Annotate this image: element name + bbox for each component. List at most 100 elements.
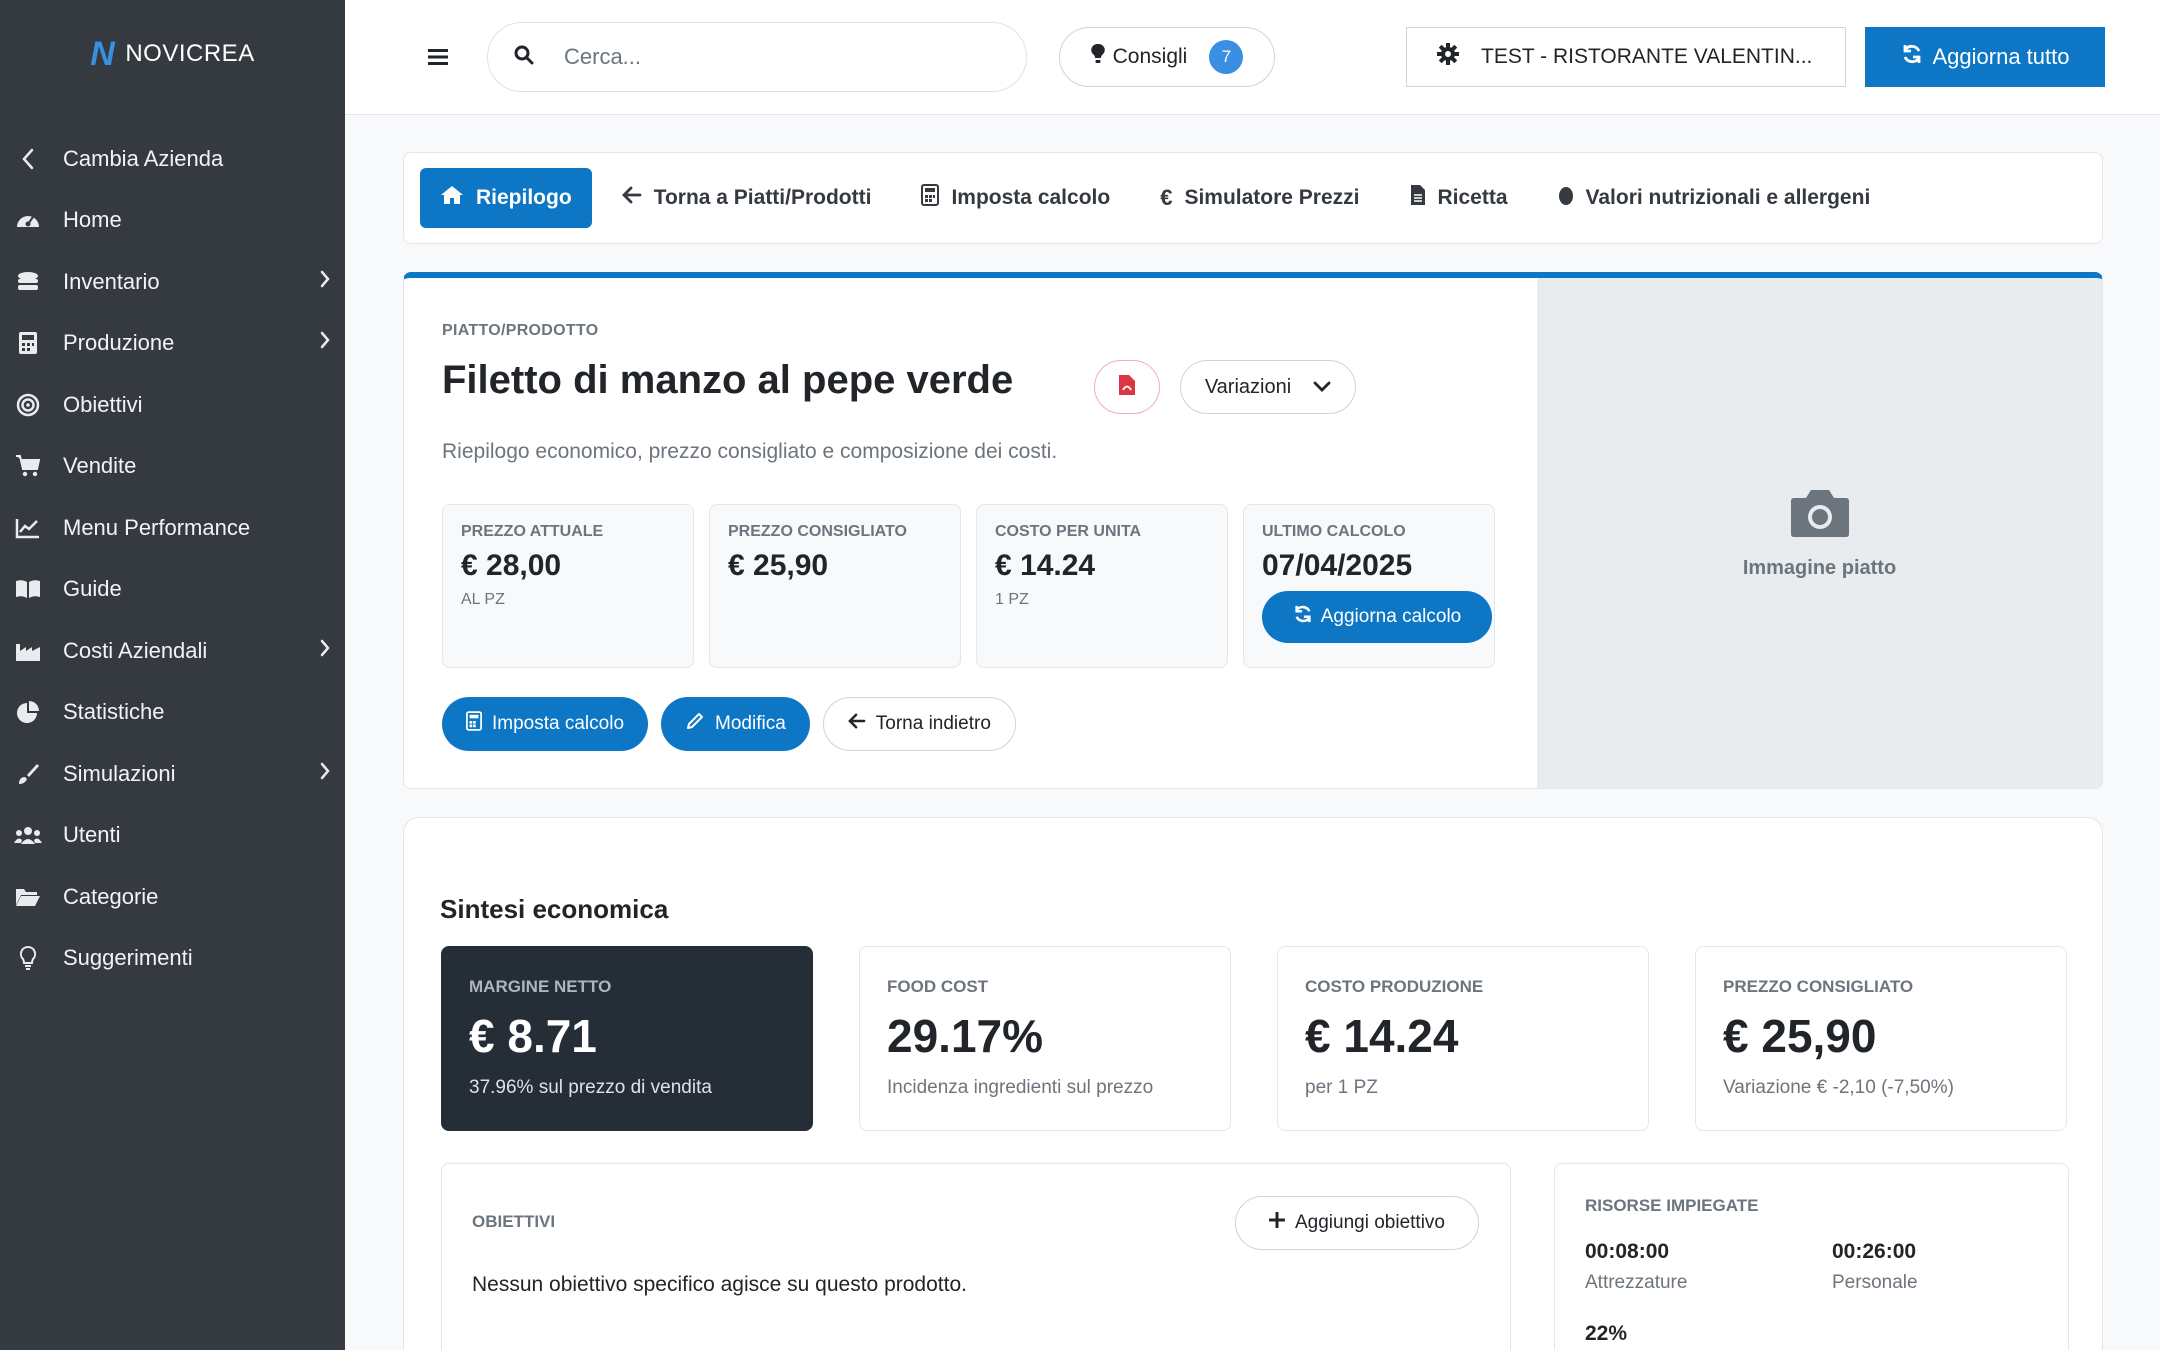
brand-logo: N bbox=[90, 35, 116, 73]
variations-dropdown[interactable]: Variazioni bbox=[1180, 360, 1356, 414]
kpi-value: € 14.24 bbox=[995, 549, 1096, 582]
brand[interactable]: N NOVICREA bbox=[0, 0, 345, 108]
tab-riepilogo[interactable]: Riepilogo bbox=[420, 168, 592, 228]
card-sub: 37.96% sul prezzo di vendita bbox=[469, 1077, 712, 1098]
card-value: € 25,90 bbox=[1723, 1010, 1877, 1062]
tab-imposta-calcolo[interactable]: Imposta calcolo bbox=[901, 168, 1130, 228]
sidebar-item-categorie[interactable]: Categorie bbox=[0, 866, 345, 928]
chevron-right-icon bbox=[319, 330, 331, 356]
button-label: Aggiungi obiettivo bbox=[1295, 1212, 1445, 1233]
tab-torna-piatti[interactable]: Torna a Piatti/Prodotti bbox=[602, 168, 892, 228]
sidebar-item-costi-aziendali[interactable]: Costi Aziendali bbox=[0, 620, 345, 682]
sidebar-item-simulazioni[interactable]: Simulazioni bbox=[0, 743, 345, 805]
calculator-icon bbox=[466, 711, 482, 737]
sidebar-item-cambia-azienda[interactable]: Cambia Azienda bbox=[0, 128, 345, 190]
sidebar-item-vendite[interactable]: Vendite bbox=[0, 436, 345, 498]
kpi-sub: AL PZ bbox=[461, 591, 505, 608]
lightbulb-icon bbox=[1090, 43, 1105, 71]
product-image-placeholder[interactable]: Immagine piatto bbox=[1537, 278, 2102, 788]
card-label: FOOD COST bbox=[887, 977, 989, 996]
sidebar-item-statistiche[interactable]: Statistiche bbox=[0, 682, 345, 744]
search-input[interactable]: Cerca... bbox=[487, 22, 1027, 92]
obiettivi-panel: OBIETTIVI Aggiungi obiettivo Nessun obie… bbox=[441, 1163, 1511, 1350]
tab-label: Torna a Piatti/Prodotti bbox=[653, 186, 872, 209]
tab-ricetta[interactable]: Ricetta bbox=[1390, 168, 1528, 228]
button-label: Imposta calcolo bbox=[492, 713, 625, 734]
product-kpis: PREZZO ATTUALE € 28,00 AL PZ PREZZO CONS… bbox=[442, 504, 1495, 668]
product-title: Filetto di manzo al pepe verde bbox=[442, 358, 1014, 402]
calculator-icon bbox=[921, 184, 940, 212]
sidebar-item-inventario[interactable]: Inventario bbox=[0, 251, 345, 313]
kpi-value: 07/04/2025 bbox=[1262, 549, 1413, 582]
tab-label: Riepilogo bbox=[476, 186, 572, 209]
inventory-icon bbox=[14, 268, 42, 296]
imposta-calcolo-button[interactable]: Imposta calcolo bbox=[442, 697, 649, 751]
arrow-left-icon bbox=[847, 713, 866, 735]
risorse-panel: RISORSE IMPIEGATE 00:08:00 Attrezzature … bbox=[1554, 1163, 2069, 1350]
panel-label: RISORSE IMPIEGATE bbox=[1585, 1196, 1759, 1215]
sidebar-item-label: Produzione bbox=[63, 330, 175, 356]
update-calc-button[interactable]: Aggiorna calcolo bbox=[1262, 591, 1492, 643]
sidebar-item-label: Statistiche bbox=[63, 699, 165, 725]
refresh-icon bbox=[1293, 604, 1313, 630]
gear-icon bbox=[1437, 43, 1459, 71]
sidebar-item-label: Obiettivi bbox=[63, 391, 143, 417]
product-subtitle: Riepilogo economico, prezzo consigliato … bbox=[442, 440, 1058, 463]
kpi-label: ULTIMO CALCOLO bbox=[1262, 523, 1406, 540]
product-info: PIATTO/PRODOTTO Filetto di manzo al pepe… bbox=[404, 278, 1537, 788]
card-margine-netto: MARGINE NETTO € 8.71 37.96% sul prezzo d… bbox=[441, 946, 813, 1131]
variations-label: Variazioni bbox=[1204, 375, 1292, 398]
euro-icon: € bbox=[1160, 185, 1173, 210]
sidebar-item-label: Guide bbox=[63, 576, 122, 602]
obiettivi-empty-text: Nessun obiettivo specifico agisce su que… bbox=[472, 1273, 967, 1296]
folder-icon bbox=[14, 883, 42, 911]
section-title: Sintesi economica bbox=[440, 894, 669, 924]
resource-label: Personale bbox=[1832, 1272, 1918, 1293]
tab-simulatore-prezzi[interactable]: € Simulatore Prezzi bbox=[1140, 168, 1379, 228]
refresh-all-button[interactable]: Aggiorna tutto bbox=[1865, 27, 2105, 87]
card-label: COSTO PRODUZIONE bbox=[1305, 977, 1484, 996]
sidebar-item-label: Menu Performance bbox=[63, 514, 251, 540]
image-placeholder-label: Immagine piatto bbox=[1742, 557, 1897, 579]
sidebar-item-home[interactable]: Home bbox=[0, 190, 345, 252]
card-prezzo-consigliato: PREZZO CONSIGLIATO € 25,90 Variazione € … bbox=[1695, 946, 2067, 1131]
hamburger-menu-icon[interactable] bbox=[423, 42, 453, 72]
kpi-costo-unita: COSTO PER UNITA € 14.24 1 PZ bbox=[976, 504, 1228, 668]
tab-label: Valori nutrizionali e allergeni bbox=[1585, 186, 1871, 209]
card-food-cost: FOOD COST 29.17% Incidenza ingredienti s… bbox=[859, 946, 1231, 1131]
line-chart-icon bbox=[14, 514, 42, 542]
consigli-button[interactable]: Consigli 7 bbox=[1059, 27, 1275, 87]
sintesi-cards: MARGINE NETTO € 8.71 37.96% sul prezzo d… bbox=[441, 946, 2067, 1131]
chevron-right-icon bbox=[319, 269, 331, 295]
card-sub: Incidenza ingredienti sul prezzo bbox=[887, 1077, 1154, 1098]
sidebar-item-produzione[interactable]: Produzione bbox=[0, 313, 345, 375]
industry-icon bbox=[14, 637, 42, 665]
consigli-label: Consigli bbox=[1112, 45, 1188, 68]
sidebar-item-utenti[interactable]: Utenti bbox=[0, 805, 345, 867]
update-calc-label: Aggiorna calcolo bbox=[1320, 606, 1462, 627]
chevron-down-icon bbox=[1313, 376, 1331, 399]
sidebar-item-menu-performance[interactable]: Menu Performance bbox=[0, 497, 345, 559]
sintesi-section: Sintesi economica MARGINE NETTO € 8.71 3… bbox=[403, 817, 2103, 1350]
brush-icon bbox=[14, 760, 42, 788]
kpi-prezzo-consigliato: PREZZO CONSIGLIATO € 25,90 bbox=[709, 504, 961, 668]
sidebar-item-suggerimenti[interactable]: Suggerimenti bbox=[0, 928, 345, 990]
document-icon bbox=[1410, 184, 1426, 212]
pie-chart-icon bbox=[14, 698, 42, 726]
company-label: TEST - RISTORANTE VALENTIN... bbox=[1481, 45, 1813, 68]
torna-indietro-button[interactable]: Torna indietro bbox=[822, 697, 1016, 751]
chevron-right-icon bbox=[319, 761, 331, 787]
tab-valori-nutrizionali[interactable]: Valori nutrizionali e allergeni bbox=[1538, 168, 1891, 228]
add-objective-button[interactable]: Aggiungi obiettivo bbox=[1235, 1196, 1479, 1250]
card-value: € 8.71 bbox=[469, 1010, 597, 1062]
modifica-button[interactable]: Modifica bbox=[661, 697, 810, 751]
target-icon bbox=[14, 391, 42, 419]
sidebar-item-obiettivi[interactable]: Obiettivi bbox=[0, 374, 345, 436]
cart-icon bbox=[14, 452, 42, 480]
tab-label: Ricetta bbox=[1437, 186, 1508, 209]
lightbulb-icon bbox=[14, 944, 42, 972]
pdf-export-button[interactable] bbox=[1094, 360, 1160, 414]
company-selector-button[interactable]: TEST - RISTORANTE VALENTIN... bbox=[1406, 27, 1846, 87]
sidebar-item-guide[interactable]: Guide bbox=[0, 559, 345, 621]
sidebar-item-label: Cambia Azienda bbox=[63, 145, 224, 171]
